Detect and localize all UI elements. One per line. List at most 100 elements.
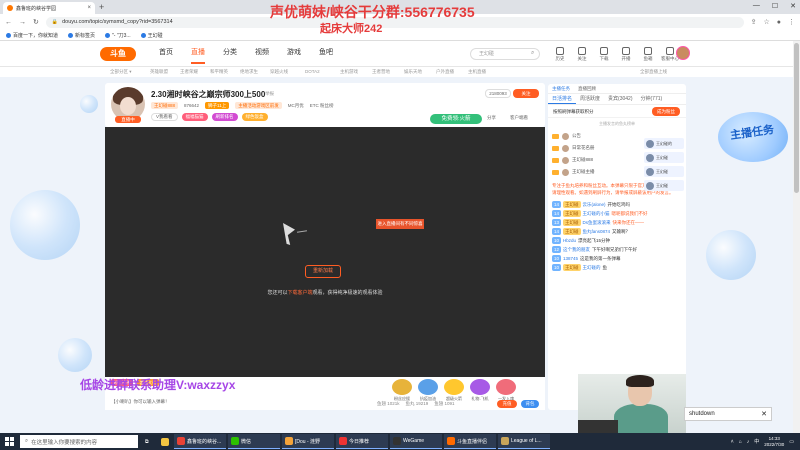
- user-avatar[interactable]: [676, 46, 690, 60]
- follow-button[interactable]: 关注: [513, 89, 539, 98]
- new-tab-button[interactable]: +: [99, 2, 104, 12]
- task-promo[interactable]: 主播任务: [688, 100, 800, 196]
- subnav-item[interactable]: 绝地求生: [240, 69, 258, 75]
- gift-icon[interactable]: 礼物-飞机: [470, 379, 490, 401]
- tab-close-icon[interactable]: ×: [87, 5, 91, 11]
- page-scrollbar[interactable]: [793, 41, 800, 433]
- subnav-item[interactable]: 主机直播: [468, 69, 486, 75]
- chat-nick[interactable]: 王幻碰的小猫: [583, 210, 610, 217]
- chat-nick[interactable]: 王幻碰的: [583, 264, 601, 271]
- tab-live-review[interactable]: 直播回顾: [574, 84, 600, 93]
- support-button[interactable]: 客服中心: [661, 47, 679, 62]
- chat-message[interactable]: 10 138745 这是我的第一条弹幕: [548, 254, 686, 263]
- backpack-button[interactable]: 背包: [521, 400, 539, 408]
- taskbar-app-wechat[interactable]: 微信: [228, 434, 280, 449]
- chat-nick[interactable]: 138745: [563, 255, 578, 262]
- profile-icon[interactable]: ●: [777, 19, 781, 26]
- history-button[interactable]: 历史: [553, 47, 567, 62]
- become-fan-button[interactable]: 成为粉丝: [652, 107, 680, 116]
- popup-close-icon[interactable]: ✕: [761, 410, 767, 418]
- subnav-item[interactable]: 王者营地: [372, 69, 390, 75]
- chat-message[interactable]: 14 王幻碰 云乐(alone) 开始吃鸡吗: [548, 200, 686, 209]
- tag-item[interactable]: 刷新排名: [211, 113, 238, 121]
- chat-nick[interactable]: 鱼丸fans0874: [583, 228, 611, 235]
- gift-icon[interactable]: 抗疫加油: [418, 379, 438, 401]
- chat-nick[interactable]: Hbzdu: [563, 237, 576, 244]
- guard-item[interactable]: 王幻碰: [644, 180, 684, 191]
- reload-video-button[interactable]: 重新加载: [305, 265, 341, 278]
- gift-icon[interactable]: 粉丝应援: [392, 379, 412, 401]
- nav-video[interactable]: 视频: [246, 41, 278, 67]
- subnav-item[interactable]: 英雄联盟: [150, 69, 168, 75]
- download-client-link[interactable]: 下载客户端: [287, 290, 312, 296]
- tab-vip[interactable]: 贵宾(3042): [604, 94, 636, 104]
- taskbar-app-chrome[interactable]: 鑫鲁班的峡谷...: [174, 434, 226, 449]
- task-view-icon[interactable]: ⧉: [142, 434, 156, 449]
- chat-message[interactable]: 14 王幻碰 鱼丸fans0874 又输啊？: [548, 227, 686, 236]
- subnav-item[interactable]: 王者荣耀: [180, 69, 198, 75]
- close-window-button[interactable]: ✕: [790, 2, 796, 10]
- chat-message[interactable]: 14 王幻碰 王幻碰的小猫 嗯呢都说我们不好: [548, 209, 686, 218]
- gift-icon[interactable]: 超级火箭: [444, 379, 464, 401]
- subnav-item[interactable]: 全部分区 ▾: [110, 69, 132, 75]
- follow-list-button[interactable]: 关注: [575, 47, 589, 62]
- tab-daily-rank[interactable]: 日活排名: [548, 94, 577, 104]
- bookmark-item[interactable]: 王幻碰: [140, 32, 163, 39]
- activity-chip[interactable]: 主播活动游戏区前发: [235, 102, 282, 109]
- browser-tab[interactable]: 鑫鲁班的峡谷学园 ×: [3, 2, 95, 14]
- reload-icon[interactable]: ↻: [33, 18, 39, 26]
- tab-minutes[interactable]: 分钟(771): [637, 94, 667, 104]
- chat-nick[interactable]: 这个我的朋友: [563, 246, 590, 253]
- nav-home[interactable]: 首页: [150, 41, 182, 67]
- scrollbar-thumb[interactable]: [794, 43, 799, 193]
- fans-rank-label[interactable]: ETC 粉丝榜: [310, 103, 334, 109]
- guard-item[interactable]: 王幻碰: [644, 152, 684, 163]
- streamer-name-chip[interactable]: 王幻碰888: [151, 102, 179, 109]
- network-icon[interactable]: ⌂: [739, 439, 742, 445]
- gift-icon[interactable]: 一发入魂: [496, 379, 516, 401]
- search-icon[interactable]: ⌕: [531, 50, 534, 57]
- subnav-item[interactable]: DOTA2: [305, 69, 320, 74]
- nav-category[interactable]: 分类: [214, 41, 246, 67]
- chat-message[interactable]: 10 Hbzdu 漂亮起飞15分钟: [548, 236, 686, 245]
- start-button[interactable]: [0, 433, 18, 450]
- rank-chip[interactable]: 狮子11上: [205, 102, 230, 109]
- chat-message[interactable]: 10 王幻碰 王幻碰的鱼: [548, 263, 686, 272]
- taskbar-app-douyu[interactable]: 斗鱼直播伴侣: [444, 434, 496, 449]
- mc-label[interactable]: MC月优: [288, 103, 304, 109]
- bookmark-item[interactable]: 新标签页: [68, 32, 95, 39]
- taskbar-app-lol[interactable]: League of L...: [498, 434, 550, 449]
- tray-up-icon[interactable]: ˄: [731, 439, 734, 445]
- subnav-item[interactable]: 穿越火线: [270, 69, 288, 75]
- video-player[interactable]: 进入直播间有不同惊喜 重新加载 您还可以下载客户端观看，获得纯净极速的观看体验: [105, 127, 545, 377]
- go-live-button[interactable]: 开播: [619, 47, 633, 62]
- maximize-button[interactable]: ☐: [772, 2, 778, 10]
- subnav-item[interactable]: 主机游戏: [340, 69, 358, 75]
- share-button[interactable]: 分享: [487, 115, 496, 121]
- taskbar-app-news[interactable]: 今日推荐: [336, 434, 388, 449]
- subnav-item[interactable]: 全部直播上线: [640, 69, 667, 75]
- douyu-logo[interactable]: 斗鱼: [100, 47, 136, 61]
- forward-icon[interactable]: →: [19, 19, 26, 26]
- subnav-item[interactable]: 户外直播: [436, 69, 454, 75]
- report-link[interactable]: 举报: [265, 91, 274, 97]
- fishbox-button[interactable]: 鱼箱: [641, 47, 655, 62]
- nav-game[interactable]: 游戏: [278, 41, 310, 67]
- guard-item[interactable]: 王幻碰的: [644, 138, 684, 149]
- input-lang[interactable]: 中: [754, 438, 759, 445]
- tag-item[interactable]: 绿色饭盒: [241, 113, 268, 121]
- free-gift-button[interactable]: 免费领:火箭: [430, 114, 482, 124]
- taskbar-app-wegame[interactable]: WeGame: [390, 434, 442, 449]
- tag-item[interactable]: 福福猫猫: [181, 113, 208, 121]
- menu-icon[interactable]: ⋮: [788, 18, 795, 26]
- file-explorer-icon[interactable]: [158, 434, 172, 449]
- chat-nick[interactable]: 云乐(alone): [583, 201, 606, 208]
- chat-message[interactable]: 13 王幻碰 Ds鱼蛋滚滚来 快来你还在——: [548, 218, 686, 227]
- bookmark-item[interactable]: "- "刀3...: [105, 32, 131, 39]
- back-icon[interactable]: ←: [5, 19, 12, 26]
- guard-item[interactable]: 王幻碰: [644, 166, 684, 177]
- taskbar-search[interactable]: ⌕ 在这里输入你要搜索的内容: [20, 435, 138, 448]
- bookmark-item[interactable]: 百度一下，你就知道: [6, 32, 58, 39]
- tab-weekly[interactable]: 周活跃度: [576, 94, 604, 104]
- subnav-item[interactable]: 和平精英: [210, 69, 228, 75]
